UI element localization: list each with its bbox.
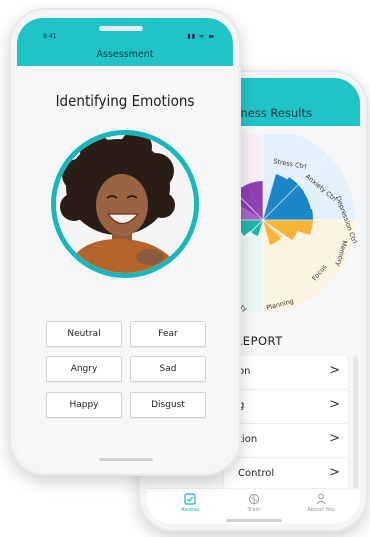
speaker-notch (99, 26, 143, 31)
report-item-3[interactable]: tion > (224, 424, 348, 458)
chevron-right-icon: > (329, 397, 340, 412)
assessment-screen: 9:41 ▮▮ ᯤ ▬ Assessment Identifying Emoti… (17, 18, 233, 466)
tab-train-label: Train (247, 507, 261, 513)
face-illustration (56, 135, 194, 273)
assessment-header: 9:41 ▮▮ ᯤ ▬ Assessment (17, 18, 233, 66)
emotion-face-ring (51, 130, 199, 278)
option-angry[interactable]: Angry (46, 356, 122, 382)
emotion-face-photo (56, 135, 194, 273)
chevron-right-icon: > (329, 465, 340, 480)
report-list: on > g > tion > Control > (224, 356, 348, 491)
tab-about-you-label: About You (307, 507, 335, 513)
report-scrollbar[interactable] (353, 356, 358, 491)
front-phone-frame: 9:41 ▮▮ ᯤ ▬ Assessment Identifying Emoti… (9, 8, 241, 476)
bottom-tab-bar: Assess Train About You (146, 488, 360, 524)
option-fear[interactable]: Fear (130, 321, 206, 347)
tab-train[interactable]: Train (224, 493, 284, 513)
page-title: Identifying Emotions (55, 92, 195, 110)
brain-icon (248, 493, 260, 505)
chevron-right-icon: > (329, 363, 340, 378)
option-neutral[interactable]: Neutral (46, 321, 122, 347)
home-indicator (99, 458, 153, 461)
tab-about-you[interactable]: About You (291, 493, 351, 513)
assessment-title: Assessment (96, 49, 154, 60)
home-indicator (226, 519, 282, 522)
report-item-4[interactable]: Control > (224, 458, 348, 491)
person-icon (316, 493, 326, 505)
report-item-1[interactable]: on > (224, 356, 348, 390)
tab-assess[interactable]: Assess (160, 493, 220, 513)
status-time: 9:41 (43, 33, 57, 40)
option-disgust[interactable]: Disgust (130, 392, 206, 418)
report-item-2[interactable]: g > (224, 390, 348, 424)
status-icons: ▮▮ ᯤ ▬ (187, 33, 215, 40)
chevron-right-icon: > (329, 431, 340, 446)
tab-assess-label: Assess (180, 507, 200, 513)
report-item-label: Control (238, 468, 275, 479)
option-sad[interactable]: Sad (130, 356, 206, 382)
option-happy[interactable]: Happy (46, 392, 122, 418)
check-square-icon (184, 493, 196, 505)
